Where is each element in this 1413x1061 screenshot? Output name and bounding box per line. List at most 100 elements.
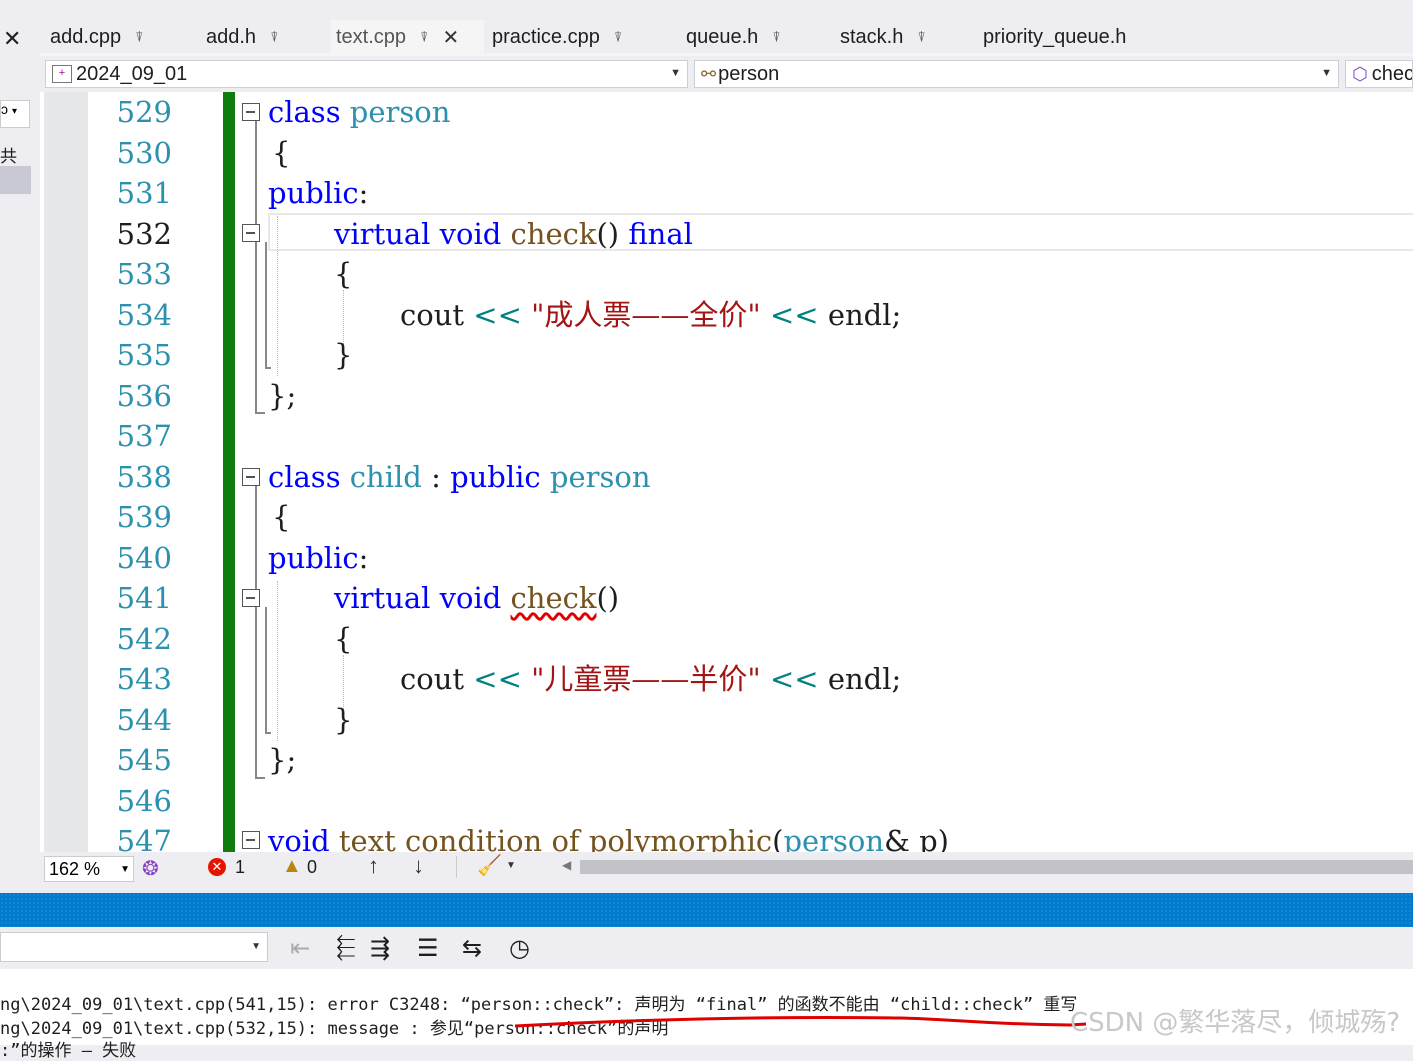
line-number: 530: [116, 136, 172, 170]
code-line-545[interactable]: };: [268, 740, 296, 780]
outline-guide-end: [255, 777, 265, 779]
close-icon[interactable]: ✕: [442, 25, 459, 50]
horizontal-scrollbar[interactable]: [580, 860, 1413, 874]
operator: <<: [770, 662, 819, 696]
output-source-dropdown[interactable]: ▼: [0, 932, 268, 962]
operator: <<: [473, 298, 522, 332]
keyword: class: [268, 460, 341, 494]
pin-icon[interactable]: ⍒: [420, 29, 428, 46]
indicator-margin: [44, 92, 88, 852]
collapse-icon[interactable]: [242, 224, 260, 242]
class-dropdown[interactable]: ⚯ person ▼: [694, 60, 1339, 88]
outline-guide: [255, 486, 257, 778]
panel-selected-row[interactable]: [0, 166, 31, 194]
watermark: CSDN @繁华落尽，倾城殇?: [1070, 1008, 1401, 1038]
type-name: person: [349, 95, 451, 129]
pin-icon[interactable]: ⍒: [772, 29, 780, 46]
project-dropdown[interactable]: + 2024_09_01 ▼: [45, 60, 688, 88]
panel-dropdown[interactable]: ↄ ▾: [0, 100, 30, 128]
zoom-dropdown[interactable]: 162 % ▼: [44, 856, 134, 882]
string-literal: "儿童票——半价": [531, 662, 761, 696]
tab-label: text.cpp: [336, 25, 407, 48]
tab-add-h[interactable]: add.h ⍒: [206, 20, 278, 54]
line-number: 529: [116, 95, 172, 129]
project-label: 2024_09_01: [76, 62, 188, 85]
identifier: cout: [400, 298, 465, 332]
chevron-down-icon[interactable]: ▼: [506, 860, 516, 871]
class-icon: ⚯: [701, 63, 717, 84]
prev-message-icon[interactable]: ⬱: [336, 934, 355, 962]
code-line-531[interactable]: public:: [268, 173, 368, 213]
code-line-544[interactable]: }: [334, 700, 352, 740]
code-line-540[interactable]: public:: [268, 538, 368, 578]
error-count[interactable]: 1: [235, 857, 245, 878]
code-line-539[interactable]: {: [272, 497, 290, 537]
member-label: chec: [1371, 62, 1413, 85]
pin-icon[interactable]: ⍒: [614, 29, 622, 46]
tab-label: queue.h: [686, 25, 759, 48]
tab-priority-queue-h[interactable]: priority_queue.h: [983, 20, 1140, 54]
scroll-left-icon[interactable]: ◀: [562, 858, 571, 872]
timestamp-icon[interactable]: ◷: [509, 934, 530, 963]
tab-label: add.cpp: [50, 25, 122, 48]
code-line-543[interactable]: cout << "儿童票——半价" << endl;: [400, 659, 901, 699]
arrow-up-icon[interactable]: ↑: [368, 853, 379, 879]
code-cleanup-icon[interactable]: 🧹: [477, 853, 502, 878]
clear-all-icon[interactable]: ☰: [417, 934, 439, 963]
line-number: 532: [116, 217, 172, 251]
collapse-icon[interactable]: [242, 831, 260, 849]
indent-guide: [277, 216, 278, 376]
pin-icon[interactable]: ⍒: [270, 29, 278, 46]
collapse-icon[interactable]: [242, 103, 260, 121]
error-icon[interactable]: ✕: [208, 858, 226, 876]
find-message-icon[interactable]: ⇤: [290, 934, 310, 963]
error-squiggle-function-name[interactable]: check: [511, 581, 597, 615]
indent-guide: [277, 581, 278, 741]
line-number: 543: [116, 662, 172, 696]
identifier: endl;: [827, 662, 902, 696]
tab-text-cpp[interactable]: text.cpp ⍒ ✕: [331, 20, 484, 54]
code-line-542[interactable]: {: [334, 619, 352, 659]
pin-icon[interactable]: ⍒: [917, 29, 925, 46]
copilot-icon[interactable]: ❂: [142, 856, 159, 881]
warning-count[interactable]: 0: [307, 857, 317, 878]
tab-stack-h[interactable]: stack.h ⍒: [840, 20, 926, 54]
arrow-down-icon[interactable]: ↓: [413, 853, 424, 879]
line-number: 537: [116, 419, 172, 453]
warning-icon[interactable]: ▲: [282, 855, 302, 878]
keyword: void: [439, 217, 502, 251]
output-error-line[interactable]: ng\2024_09_01\text.cpp(541,15): error C3…: [0, 990, 1077, 1015]
keyword: virtual: [334, 581, 431, 615]
pin-icon[interactable]: ⍒: [135, 29, 143, 46]
function-name: check: [510, 217, 597, 251]
output-result-line[interactable]: :”的操作 — 失败: [0, 1036, 136, 1061]
tab-queue-h[interactable]: queue.h ⍒: [686, 20, 781, 54]
code-line-530[interactable]: {: [272, 133, 290, 173]
panel-close-icon[interactable]: ✕: [3, 26, 21, 52]
code-line-532[interactable]: virtual void check() final: [334, 214, 693, 254]
code-line-541[interactable]: virtual void check(): [334, 578, 619, 618]
code-line-534[interactable]: cout << "成人票——全价" << endl;: [400, 295, 901, 335]
code-line-529[interactable]: class person: [268, 92, 450, 132]
collapse-icon[interactable]: [242, 468, 260, 486]
zoom-value: 162 %: [49, 858, 101, 879]
tab-label: stack.h: [840, 25, 904, 48]
code-line-535[interactable]: }: [334, 335, 352, 375]
collapse-icon[interactable]: [242, 589, 260, 607]
line-number: 545: [116, 743, 172, 777]
project-icon: +: [52, 65, 72, 83]
line-number: 536: [116, 379, 172, 413]
punctuation: :: [431, 460, 441, 494]
code-line-538[interactable]: class child : public person: [268, 457, 651, 497]
line-number: 540: [116, 541, 172, 575]
member-dropdown[interactable]: ⬡ chec: [1345, 60, 1413, 88]
tab-add-cpp[interactable]: add.cpp ⍒: [50, 20, 144, 54]
outline-guide: [265, 607, 267, 733]
code-line-536[interactable]: };: [268, 376, 296, 416]
next-message-icon[interactable]: ⇶: [370, 934, 390, 963]
operator: <<: [770, 298, 819, 332]
tab-practice-cpp[interactable]: practice.cpp ⍒: [492, 20, 622, 54]
code-line-533[interactable]: {: [334, 254, 352, 294]
line-number: 541: [116, 581, 172, 615]
word-wrap-icon[interactable]: ⇆: [462, 934, 482, 963]
